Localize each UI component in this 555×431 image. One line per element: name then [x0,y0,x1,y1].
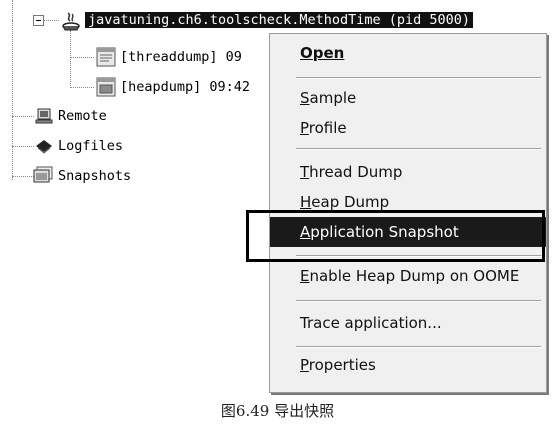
threaddump-node[interactable]: [threaddump] 09 [120,48,242,66]
heapdump-icon [96,77,116,97]
tree-connector [12,146,34,147]
tree-connector [12,20,13,180]
highlight-frame [246,210,545,262]
menu-item-profile[interactable]: Profile [270,113,546,143]
menu-item-label: Profile [300,119,347,137]
remote-host-icon [35,108,53,124]
menu-item-label: Properties [300,356,376,374]
menu-item-open[interactable]: Open [270,38,546,68]
tree-connector [12,176,34,177]
collapse-toggle-icon[interactable] [33,15,44,26]
menu-separator [296,300,541,302]
logfiles-node[interactable]: Logfiles [58,137,123,155]
heapdump-node[interactable]: [heapdump] 09:42 [120,78,250,96]
menu-item-label: Sample [300,89,357,107]
menu-item-thread-dump[interactable]: Thread Dump [270,157,546,187]
process-node-label: javatuning.ch6.toolscheck.MethodTime (pi… [85,12,474,28]
tree-connector [70,57,94,58]
tree-connector [12,0,13,20]
menu-item-label: Open [300,44,345,62]
process-node[interactable]: javatuning.ch6.toolscheck.MethodTime (pi… [85,11,474,29]
snapshots-node[interactable]: Snapshots [58,167,131,185]
menu-separator [296,346,541,348]
tree-connector [70,30,71,88]
menu-item-properties[interactable]: Properties [270,350,546,380]
tree-connector [70,87,94,88]
java-process-icon [62,12,80,31]
remote-node[interactable]: Remote [58,107,107,125]
menu-separator [296,148,541,150]
tree-connector [43,20,59,21]
menu-item-label: Enable Heap Dump on OOME [300,267,520,285]
logfiles-icon [36,140,52,154]
menu-item-trace-application[interactable]: Trace application... [270,308,546,338]
menu-item-label: Thread Dump [300,163,403,181]
tree-connector [12,116,34,117]
menu-separator [296,77,541,79]
menu-item-label: Trace application... [300,314,442,332]
snapshots-icon [33,166,53,183]
threaddump-icon [96,47,116,67]
menu-item-sample[interactable]: Sample [270,83,546,113]
figure-caption: 图6.49 导出快照 [220,402,335,420]
menu-item-enable-heap-dump-oome[interactable]: Enable Heap Dump on OOME [270,261,546,291]
